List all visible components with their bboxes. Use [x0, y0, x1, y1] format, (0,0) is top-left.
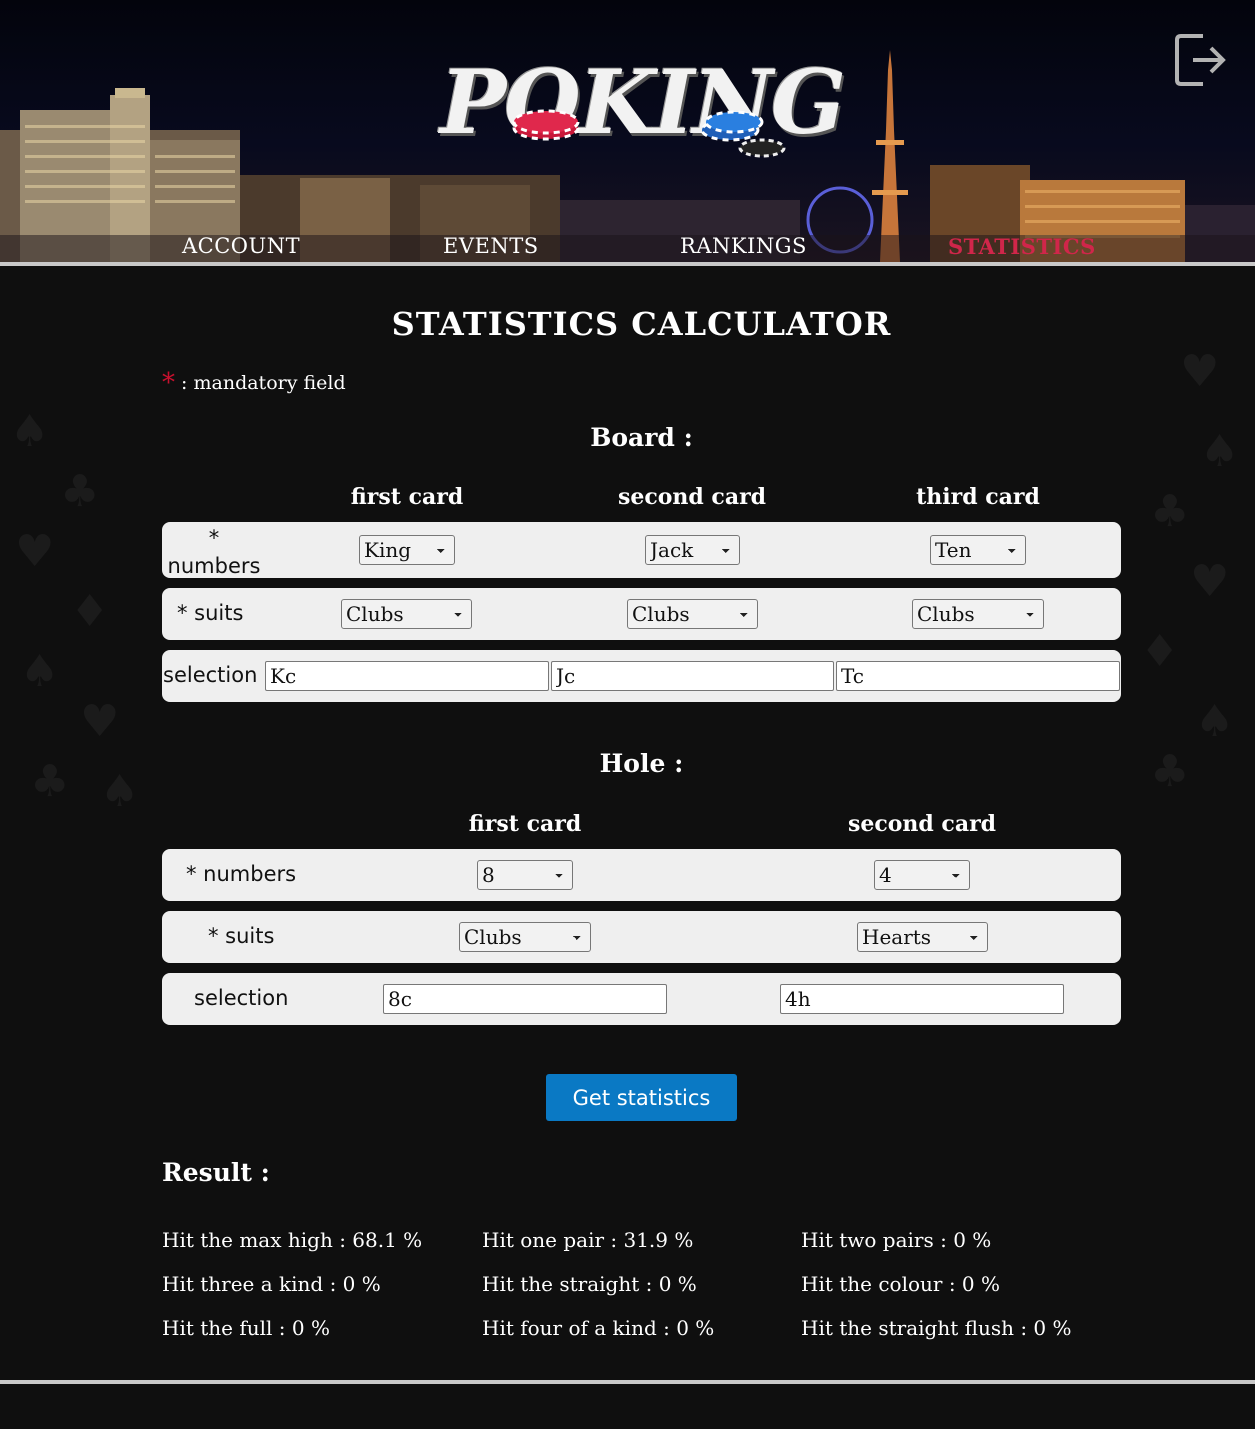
result-title: Result : [162, 1158, 270, 1187]
nav-account[interactable]: ACCOUNT [182, 234, 300, 258]
hole-suits-label: * suits [208, 924, 275, 948]
board-second-selection-input[interactable] [551, 661, 834, 691]
svg-text:♠: ♠ [20, 646, 59, 697]
board-title: Board : [590, 423, 693, 452]
svg-text:♥: ♥ [15, 526, 54, 577]
stat-colour: Hit the colour : 0 % [801, 1272, 1001, 1296]
board-suits-label: * suits [177, 601, 244, 625]
svg-text:♥: ♥ [1180, 346, 1219, 397]
get-statistics-button[interactable]: Get statistics [546, 1074, 737, 1121]
board-first-number-select[interactable]: King [359, 535, 455, 565]
svg-text:♦: ♦ [1140, 626, 1179, 677]
board-header-second: second card [617, 484, 767, 510]
board-selection-row: selection [162, 650, 1121, 702]
nav-events[interactable]: EVENTS [443, 234, 539, 258]
svg-text:♦: ♦ [70, 586, 109, 637]
board-selection-label: selection [163, 663, 258, 687]
hole-selection-label: selection [194, 986, 289, 1010]
stat-three-of-a-kind: Hit three a kind : 0 % [162, 1272, 381, 1296]
hole-second-number-select[interactable]: 4 [874, 860, 970, 890]
hole-second-selection-input[interactable] [780, 984, 1064, 1014]
hole-header-first: first card [468, 811, 582, 837]
hole-header-second: second card [847, 811, 997, 837]
hole-first-number-select[interactable]: 8 [477, 860, 573, 890]
site-header: POKING ACCOUNT EVENTS RANKINGS STATISTIC… [0, 0, 1255, 262]
board-second-number-select[interactable]: Jack [645, 535, 740, 565]
footer-divider [0, 1380, 1255, 1384]
svg-text:♠: ♠ [1195, 696, 1234, 747]
board-third-number-select[interactable]: Ten [930, 535, 1026, 565]
nav-statistics[interactable]: STATISTICS [948, 234, 1096, 259]
page-title: STATISTICS CALCULATOR [391, 305, 892, 343]
hole-first-selection-input[interactable] [383, 984, 667, 1014]
board-header-third: third card [916, 484, 1040, 510]
stat-straight-flush: Hit the straight flush : 0 % [801, 1316, 1072, 1340]
stat-full: Hit the full : 0 % [162, 1316, 330, 1340]
hole-numbers-label: * numbers [186, 862, 297, 886]
stat-one-pair: Hit one pair : 31.9 % [482, 1228, 694, 1252]
poker-chips-icon [512, 109, 786, 158]
poking-logo[interactable]: POKING [440, 52, 846, 162]
board-first-selection-input[interactable] [265, 661, 549, 691]
hole-selection-row: selection [162, 973, 1121, 1025]
board-header-first: first card [350, 484, 464, 510]
board-third-selection-input[interactable] [836, 661, 1120, 691]
hole-first-suit-select[interactable]: Clubs [459, 922, 591, 952]
svg-text:♥: ♥ [1190, 556, 1229, 607]
hole-numbers-row: * numbers 8 4 [162, 849, 1121, 901]
stat-four-of-a-kind: Hit four of a kind : 0 % [482, 1316, 715, 1340]
hole-title: Hole : [599, 749, 684, 778]
board-numbers-row: * numbers King Jack Ten [162, 522, 1121, 578]
mandatory-note: * : mandatory field [162, 368, 346, 402]
logout-icon[interactable] [1173, 32, 1229, 88]
nav-rankings[interactable]: RANKINGS [680, 234, 807, 258]
svg-text:♣: ♣ [60, 466, 99, 517]
board-third-suit-select[interactable]: Clubs [912, 599, 1044, 629]
hole-second-suit-select[interactable]: Hearts [857, 922, 988, 952]
board-first-suit-select[interactable]: Clubs [341, 599, 472, 629]
board-second-suit-select[interactable]: Clubs [627, 599, 758, 629]
mandatory-text: : mandatory field [181, 372, 346, 394]
mandatory-star: * [162, 368, 175, 398]
hole-suits-row: * suits Clubs Hearts [162, 911, 1121, 963]
board-numbers-label: * numbers [167, 526, 261, 578]
stat-two-pairs: Hit two pairs : 0 % [801, 1228, 992, 1252]
stat-straight: Hit the straight : 0 % [482, 1272, 697, 1296]
svg-text:♥: ♥ [80, 696, 119, 747]
board-suits-row: * suits Clubs Clubs Clubs [162, 588, 1121, 640]
stat-max-high: Hit the max high : 68.1 % [162, 1228, 423, 1252]
svg-text:♣: ♣ [1150, 486, 1189, 537]
